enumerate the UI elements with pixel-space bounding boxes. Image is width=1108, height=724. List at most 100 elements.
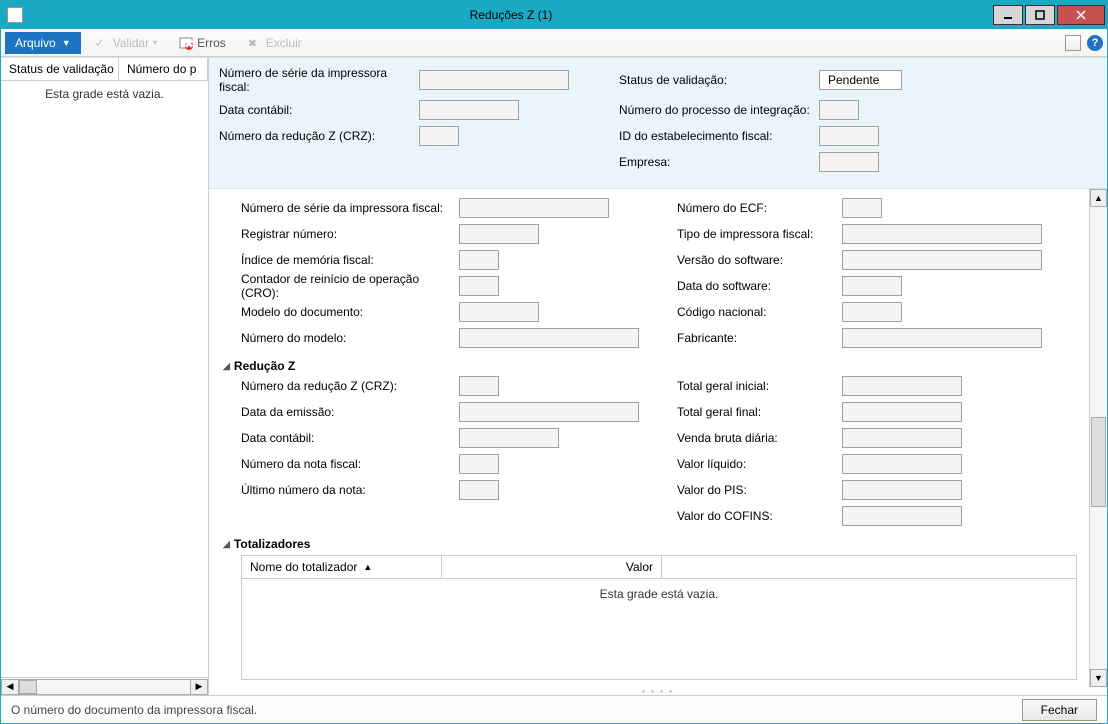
errors-label: Erros	[197, 36, 226, 50]
lbl-regnum: Registrar número:	[241, 227, 459, 241]
left-hscrollbar[interactable]: ◀ ▶	[1, 677, 208, 695]
hdr-empresa-input[interactable]	[819, 152, 879, 172]
toolbar: Arquivo ▼ Validar ▾ ✖ Erros Excluir ?	[1, 29, 1107, 57]
tot-empty: Esta grade está vazia.	[242, 579, 1076, 679]
help-icon[interactable]: ?	[1087, 35, 1103, 51]
fld-totini[interactable]	[842, 376, 962, 396]
lbl-rz-datacont: Data contábil:	[241, 431, 459, 445]
lbl-swver: Versão do software:	[677, 253, 842, 267]
fld-valorpis[interactable]	[842, 480, 962, 500]
fld-fabricante[interactable]	[842, 328, 1042, 348]
scroll-down-button[interactable]: ▼	[1090, 669, 1107, 687]
lbl-swdate: Data do software:	[677, 279, 842, 293]
lbl-serie: Número de série da impressora fiscal:	[241, 201, 459, 215]
fld-swdate[interactable]	[842, 276, 902, 296]
fld-regnum[interactable]	[459, 224, 539, 244]
lbl-totfin: Total geral final:	[677, 405, 842, 419]
hdr-crz-input[interactable]	[419, 126, 459, 146]
hdr-datacont-input[interactable]	[419, 100, 519, 120]
titlebar: Reduções Z (1)	[1, 1, 1107, 29]
left-col-numero[interactable]: Número do p	[119, 58, 208, 80]
fld-tipoimpr[interactable]	[842, 224, 1042, 244]
fld-totfin[interactable]	[842, 402, 962, 422]
svg-text:✖: ✖	[184, 37, 193, 50]
content-area: Número de série da impressora fiscal: Nú…	[209, 189, 1107, 687]
maximize-button[interactable]	[1025, 5, 1055, 25]
delete-button[interactable]: Excluir	[240, 32, 310, 54]
fld-ecf[interactable]	[842, 198, 882, 218]
hdr-status-value: Pendente	[819, 70, 902, 90]
check-icon	[95, 36, 109, 50]
fld-ultnota[interactable]	[459, 480, 499, 500]
hdr-procinteg-label: Número do processo de integração:	[619, 100, 819, 120]
statusbar: O número do documento da impressora fisc…	[1, 695, 1107, 723]
fld-cro[interactable]	[459, 276, 499, 296]
scroll-track[interactable]	[19, 679, 190, 695]
chevron-down-icon: ▾	[153, 38, 157, 47]
validate-button[interactable]: Validar ▾	[87, 32, 165, 54]
lbl-nummodelo: Número do modelo:	[241, 331, 459, 345]
fld-rz-datacont[interactable]	[459, 428, 559, 448]
fld-modelodoc[interactable]	[459, 302, 539, 322]
lbl-valorliq: Valor líquido:	[677, 457, 842, 471]
hdr-procinteg-input[interactable]	[819, 100, 859, 120]
lbl-memidx: Índice de memória fiscal:	[241, 253, 459, 267]
reducao-z-section: ◢ Redução Z Número da redução Z (CRZ): T…	[223, 359, 1077, 529]
tot-col-nome[interactable]: Nome do totalizador ▲	[242, 556, 442, 578]
lbl-vendabruta: Venda bruta diária:	[677, 431, 842, 445]
lbl-cro: Contador de reinício de operação (CRO):	[241, 272, 459, 300]
fld-codnac[interactable]	[842, 302, 902, 322]
vscroll-track[interactable]	[1090, 207, 1107, 669]
hdr-estab-input[interactable]	[819, 126, 879, 146]
fld-numnf[interactable]	[459, 454, 499, 474]
scroll-thumb[interactable]	[19, 680, 37, 694]
totalizadores-header[interactable]: ◢ Totalizadores	[223, 537, 1077, 551]
reducao-z-header[interactable]: ◢ Redução Z	[223, 359, 1077, 373]
sort-asc-icon: ▲	[363, 562, 372, 572]
fld-dataemis[interactable]	[459, 402, 639, 422]
lbl-numnf: Número da nota fiscal:	[241, 457, 459, 471]
lbl-modelodoc: Modelo do documento:	[241, 305, 459, 319]
hdr-datacont-label: Data contábil:	[219, 100, 419, 120]
fld-swver[interactable]	[842, 250, 1042, 270]
scroll-left-button[interactable]: ◀	[1, 679, 19, 695]
errors-button[interactable]: ✖ Erros	[171, 32, 234, 54]
scroll-up-button[interactable]: ▲	[1090, 189, 1107, 207]
totalizadores-section: ◢ Totalizadores Nome do totalizador ▲ Va…	[223, 537, 1077, 680]
fld-valorliq[interactable]	[842, 454, 962, 474]
lbl-tipoimpr: Tipo de impressora fiscal:	[677, 227, 842, 241]
app-window: Reduções Z (1) Arquivo ▼ Validar ▾ ✖ Err…	[0, 0, 1108, 724]
tot-col-valor[interactable]: Valor	[442, 556, 662, 578]
scroll-right-button[interactable]: ▶	[190, 679, 208, 695]
panel-icon[interactable]	[1065, 35, 1081, 51]
vscroll-thumb[interactable]	[1091, 417, 1106, 507]
right-pane: Número de série da impressora fiscal: St…	[209, 58, 1107, 695]
fld-rz-crz[interactable]	[459, 376, 499, 396]
status-message: O número do documento da impressora fisc…	[11, 703, 1012, 717]
hdr-serie-input[interactable]	[419, 70, 569, 90]
lbl-fabricante: Fabricante:	[677, 331, 842, 345]
collapse-icon: ◢	[223, 539, 230, 550]
collapse-icon: ◢	[223, 361, 230, 372]
file-menu-button[interactable]: Arquivo ▼	[5, 32, 81, 54]
fld-serie[interactable]	[459, 198, 609, 218]
error-icon: ✖	[179, 36, 193, 50]
hdr-estab-label: ID do estabelecimento fiscal:	[619, 126, 819, 146]
lbl-totini: Total geral inicial:	[677, 379, 842, 393]
fld-nummodelo[interactable]	[459, 328, 639, 348]
file-menu-label: Arquivo	[15, 36, 56, 50]
left-pane: Status de validação Número do p Esta gra…	[1, 58, 209, 695]
app-icon	[7, 7, 23, 23]
delete-label: Excluir	[266, 36, 302, 50]
fld-memidx[interactable]	[459, 250, 499, 270]
left-grid-header: Status de validação Número do p	[1, 58, 208, 81]
close-window-button[interactable]: Fechar	[1022, 699, 1097, 721]
fld-valorcofins[interactable]	[842, 506, 962, 526]
lbl-dataemis: Data da emissão:	[241, 405, 459, 419]
close-button[interactable]	[1057, 5, 1105, 25]
vscrollbar[interactable]: ▲ ▼	[1089, 189, 1107, 687]
minimize-button[interactable]	[993, 5, 1023, 25]
fld-vendabruta[interactable]	[842, 428, 962, 448]
left-col-status[interactable]: Status de validação	[1, 58, 119, 80]
resize-grip[interactable]: • • • •	[209, 687, 1107, 695]
